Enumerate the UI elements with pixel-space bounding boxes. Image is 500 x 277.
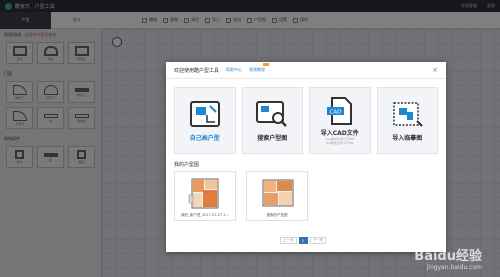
close-icon[interactable]: × [432,66,438,74]
import-trace-card[interactable]: 导入临摹图 [376,87,438,154]
search-floorplan-card[interactable]: 搜索户型图 [241,87,303,154]
import-trace-label: 导入临摹图 [392,135,423,142]
plan-name: 搜索的户型图 [266,213,288,217]
draw-floorplan-card[interactable]: 自己画户型 [174,87,236,154]
plan-thumbnail[interactable]: 我的_新户型_2017-07-27 2... [174,171,236,221]
floorplan-thumbnail-icon [188,178,219,209]
search-plan-icon [255,99,289,129]
welcome-dialog: 欢迎使用酷户型工具 帮助中心 视频教程 × 自己画户型 搜索户型图 CAD 导入… [166,62,446,252]
import-cad-card[interactable]: CAD 导入CAD文件 dwg格式文件小于8M dxf格式文件小于8M [309,87,371,154]
watermark: Baidu经验 jingyan.baidu.com [414,249,482,271]
draw-floorplan-label: 自己画户型 [189,135,220,142]
video-tutorial-link[interactable]: 视频教程 [249,63,270,73]
trace-image-icon [390,99,424,129]
prev-page-button[interactable]: 上一页 [280,237,297,244]
dialog-title: 欢迎使用酷户型工具 [174,67,220,74]
cad-file-icon: CAD [323,96,357,126]
import-cad-label: 导入CAD文件 [320,129,359,137]
floorplan-thumbnail-icon [262,179,294,207]
draw-room-icon [188,99,222,129]
help-center-link[interactable]: 帮助中心 [226,67,242,73]
plan-name: 我的_新户型_2017-07-27 2... [180,213,230,217]
search-floorplan-label: 搜索户型图 [257,135,288,142]
pagination: 上一页 1 下一页 [280,237,326,244]
my-plans-title: 我的户型图 [174,162,200,168]
next-page-button[interactable]: 下一页 [309,237,326,244]
svg-text:CAD: CAD [329,109,341,115]
page-button[interactable]: 1 [298,237,308,244]
plan-thumbnail[interactable]: 搜索的户型图 [246,171,308,221]
cad-size-hint: dwg格式文件小于8M dxf格式文件小于8M [325,136,355,145]
